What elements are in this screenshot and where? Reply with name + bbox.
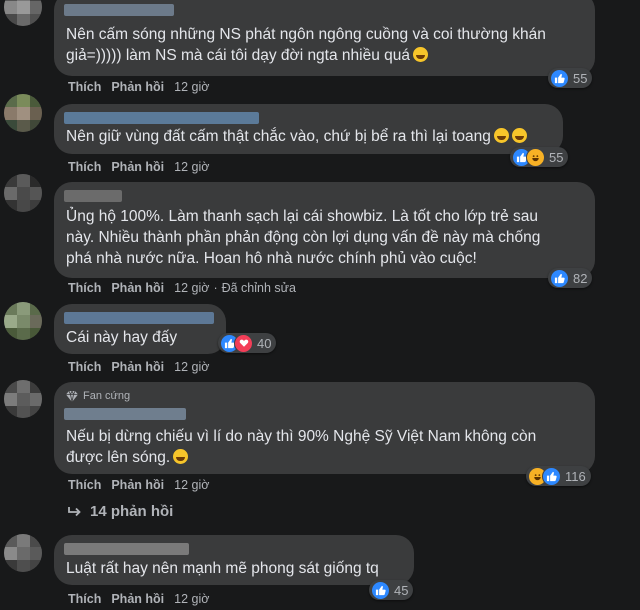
reply-action[interactable]: Phản hồi: [111, 360, 164, 374]
timestamp[interactable]: 12 giờ: [174, 360, 209, 374]
reply-action[interactable]: Phản hồi: [111, 592, 164, 606]
reaction-count: 45: [394, 582, 409, 598]
laughing-emoji-icon: [493, 128, 509, 143]
like-reaction-icon: [550, 268, 569, 288]
diamond-icon: [66, 390, 78, 402]
view-replies-link[interactable]: 14 phản hồi: [68, 503, 173, 520]
timestamp[interactable]: 12 giờ: [174, 478, 209, 492]
timestamp[interactable]: 12 giờ: [174, 160, 209, 174]
reaction-count: 55: [573, 70, 588, 86]
like-action[interactable]: Thích: [68, 592, 101, 606]
like-action[interactable]: Thích: [68, 160, 101, 174]
author-name-blurred[interactable]: [64, 408, 186, 420]
avatar[interactable]: [4, 534, 42, 572]
author-name-blurred[interactable]: [64, 4, 174, 16]
timestamp[interactable]: 12 giờ: [174, 80, 209, 94]
like-action[interactable]: Thích: [68, 80, 101, 94]
comment-bubble: Nên giữ vùng đất cấm thật chắc vào, chứ …: [54, 104, 563, 154]
reaction-count: 116: [565, 468, 586, 484]
like-reaction-icon: [542, 466, 561, 486]
reply-arrow-icon: [68, 506, 81, 516]
reaction-summary[interactable]: 40: [218, 333, 277, 353]
reply-action[interactable]: Phản hồi: [111, 478, 164, 492]
haha-reaction-icon: [526, 147, 545, 167]
avatar[interactable]: [4, 0, 42, 26]
reply-action[interactable]: Phản hồi: [111, 281, 164, 295]
avatar[interactable]: [4, 94, 42, 132]
comment-text: Cái này hay đấy: [66, 329, 178, 346]
reaction-summary[interactable]: 55: [510, 147, 569, 167]
like-reaction-icon: [550, 68, 569, 88]
reaction-count: 40: [257, 335, 272, 351]
author-name-blurred[interactable]: [64, 112, 259, 124]
comment-bubble: Nên cấm sóng những NS phát ngôn ngông cu…: [54, 0, 595, 76]
reply-action[interactable]: Phản hồi: [111, 80, 164, 94]
love-reaction-icon: [234, 333, 253, 353]
comment-text: Nên cấm sóng những NS phát ngôn ngông cu…: [66, 26, 546, 64]
comment-actions: Thích Phản hồi 12 giờ: [68, 160, 209, 174]
separator-dot: ·: [213, 281, 218, 295]
timestamp[interactable]: 12 giờ: [174, 592, 209, 606]
avatar[interactable]: [4, 174, 42, 212]
comment-actions: Thích Phản hồi 12 giờ · Đã chỉnh sửa: [68, 281, 296, 295]
comment-actions: Thích Phản hồi 12 giờ: [68, 360, 209, 374]
reaction-count: 55: [549, 149, 564, 165]
comment-text: Nên giữ vùng đất cấm thật chắc vào, chứ …: [66, 126, 527, 147]
reaction-summary[interactable]: 55: [548, 68, 593, 88]
comment-bubble: Cái này hay đấy: [54, 304, 226, 354]
sweat-smile-emoji-icon: [173, 449, 189, 464]
comment-text: Ủng hộ 100%. Làm thanh sạch lại cái show…: [66, 208, 541, 267]
reaction-count: 82: [573, 270, 588, 286]
laughing-emoji-icon: [511, 128, 527, 143]
timestamp[interactable]: 12 giờ: [174, 281, 209, 295]
reaction-summary[interactable]: 116: [526, 466, 591, 486]
rofl-emoji-icon: [413, 47, 429, 62]
fan-badge[interactable]: Fan cứng: [66, 390, 130, 402]
comment-actions: Thích Phản hồi 12 giờ: [68, 478, 209, 492]
comment-bubble: Fan cứng Nếu bị dừng chiếu vì lí do này …: [54, 382, 595, 474]
author-name-blurred[interactable]: [64, 190, 122, 202]
reaction-summary[interactable]: 45: [369, 580, 414, 600]
comment-text: Nếu bị dừng chiếu vì lí do này thì 90% N…: [66, 428, 537, 466]
edited-label[interactable]: Đã chỉnh sửa: [222, 281, 296, 295]
comment-bubble: Luật rất hay nên mạnh mẽ phong sát giống…: [54, 535, 414, 585]
avatar[interactable]: [4, 380, 42, 418]
like-reaction-icon: [371, 580, 390, 600]
comment-text: Luật rất hay nên mạnh mẽ phong sát giống…: [66, 560, 379, 577]
comment-bubble: Ủng hộ 100%. Làm thanh sạch lại cái show…: [54, 182, 595, 278]
comment-actions: Thích Phản hồi 12 giờ: [68, 80, 209, 94]
reaction-summary[interactable]: 82: [548, 268, 593, 288]
author-name-blurred[interactable]: [64, 312, 214, 324]
avatar[interactable]: [4, 302, 42, 340]
author-name-blurred[interactable]: [64, 543, 189, 555]
like-action[interactable]: Thích: [68, 478, 101, 492]
comment-actions: Thích Phản hồi 12 giờ: [68, 592, 209, 606]
like-action[interactable]: Thích: [68, 360, 101, 374]
reply-action[interactable]: Phản hồi: [111, 160, 164, 174]
like-action[interactable]: Thích: [68, 281, 101, 295]
